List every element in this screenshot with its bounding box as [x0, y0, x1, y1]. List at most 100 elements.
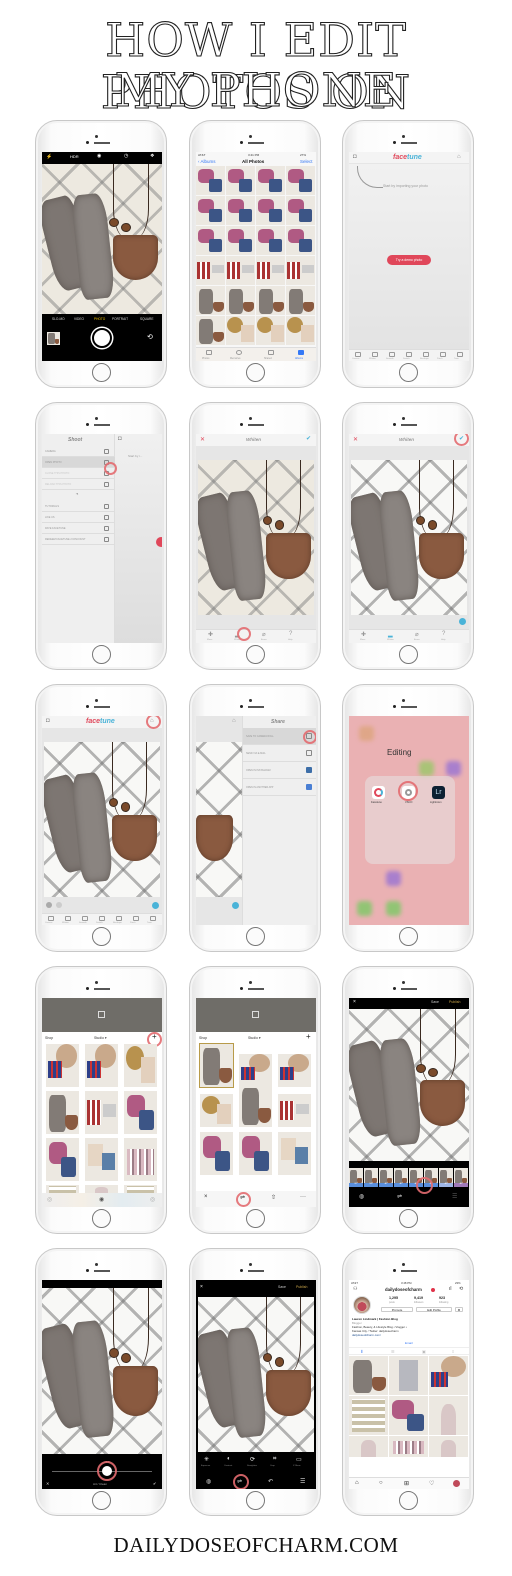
tab-memories[interactable]: Memories: [230, 357, 241, 360]
studio-photo[interactable]: [85, 1138, 118, 1181]
menu-item-like-us[interactable]: LIKE US: [42, 512, 115, 523]
instagram-post[interactable]: [349, 1356, 388, 1395]
tool-details-icon[interactable]: [99, 916, 105, 921]
instagram-post[interactable]: [429, 1396, 468, 1435]
instagram-post[interactable]: [429, 1436, 468, 1457]
tool-smooth-icon[interactable]: [389, 352, 395, 357]
close-selection-button[interactable]: ×: [204, 1194, 208, 1200]
studio-photo[interactable]: [239, 1132, 272, 1175]
cancel-icon[interactable]: ✕: [353, 436, 358, 443]
apply-icon[interactable]: ✔: [153, 1481, 156, 1486]
studio-photo[interactable]: [239, 1084, 272, 1127]
lightroom-app-icon[interactable]: Lr: [432, 786, 445, 799]
tools-icon[interactable]: ⇌: [397, 1193, 402, 1200]
photo-thumbnail[interactable]: [226, 316, 255, 345]
last-photo-thumbnail[interactable]: [47, 332, 60, 345]
saved-tab[interactable]: ⌑: [452, 1349, 454, 1354]
selected-studio-photo[interactable]: [199, 1043, 234, 1088]
photo-thumbnail[interactable]: [196, 286, 225, 315]
instagram-post[interactable]: [349, 1436, 388, 1457]
home-button[interactable]: [92, 1491, 111, 1510]
studio-photo[interactable]: [278, 1054, 311, 1087]
share-icon[interactable]: ⌂: [232, 718, 236, 724]
tool-erase-icon[interactable]: ⌀: [262, 631, 266, 638]
photo-thumbnail[interactable]: [256, 316, 285, 345]
studio-photo[interactable]: [46, 1138, 79, 1181]
share-item-open-in-instagram[interactable]: OPEN IN INSTAGRAM: [243, 762, 316, 779]
camera-icon[interactable]: [98, 1011, 105, 1018]
instagram-post[interactable]: [349, 1396, 388, 1435]
vsco-icon[interactable]: ◉: [99, 1196, 104, 1203]
instagram-post[interactable]: [389, 1396, 428, 1435]
photo-thumbnail[interactable]: [226, 166, 255, 195]
close-editor-button[interactable]: ×: [200, 1284, 203, 1290]
home-button[interactable]: [399, 927, 418, 946]
tool-patch-icon[interactable]: [440, 352, 446, 357]
tool-move-icon[interactable]: ✚: [361, 631, 366, 638]
promote-button[interactable]: Promote: [381, 1307, 413, 1312]
tool-whiten-icon[interactable]: [65, 916, 71, 921]
tool-reshape-icon[interactable]: [116, 916, 122, 921]
studio-photo[interactable]: [46, 1091, 79, 1134]
close-editor-button[interactable]: ×: [353, 999, 356, 1005]
tool-canvas-icon[interactable]: [48, 916, 54, 921]
tool-help-icon[interactable]: ?: [442, 631, 445, 637]
camera-icon[interactable]: ◘: [118, 436, 122, 442]
instagram-post[interactable]: [389, 1436, 428, 1457]
back-to-albums[interactable]: ‹ Albums: [198, 159, 216, 164]
tool-crop-icon[interactable]: ⌗: [273, 1456, 276, 1463]
live-photo-icon[interactable]: ◉: [97, 153, 101, 159]
shop-link[interactable]: Shop: [45, 1036, 53, 1040]
undo-icon[interactable]: ↶: [268, 1478, 273, 1485]
share-item-open-in-another-app[interactable]: OPEN IN ANOTHER APP: [243, 779, 316, 796]
activity-tab-icon[interactable]: ♡: [429, 1480, 434, 1487]
home-button[interactable]: [399, 1491, 418, 1510]
tool-help-icon[interactable]: ?: [289, 631, 292, 637]
instagram-post[interactable]: [389, 1356, 428, 1395]
home-button[interactable]: [399, 363, 418, 382]
photo-thumbnail[interactable]: [256, 226, 285, 255]
hdr-toggle[interactable]: HDR: [70, 154, 79, 159]
studio-photo[interactable]: [200, 1094, 233, 1127]
recipes-icon[interactable]: ☰: [300, 1478, 305, 1485]
photo-thumbnail[interactable]: [226, 196, 255, 225]
menu-item-redeem-facetune-2-discount[interactable]: REDEEM FACETUNE 2 DISCOUNT: [42, 534, 115, 545]
mode-portrait[interactable]: PORTRAIT: [112, 317, 128, 321]
photo-thumbnail[interactable]: [226, 226, 255, 255]
menu-item-tutorials[interactable]: TUTORIALS: [42, 501, 115, 512]
cancel-icon[interactable]: ✕: [200, 436, 205, 443]
tool-canvas-icon[interactable]: [355, 352, 361, 357]
menu-item-camera[interactable]: CAMERA: [42, 446, 115, 457]
photo-thumbnail[interactable]: [286, 316, 315, 345]
mode-square[interactable]: SQUARE: [140, 317, 153, 321]
mode-photo[interactable]: PHOTO: [94, 317, 105, 321]
studio-photo[interactable]: [124, 1138, 157, 1181]
redo-button[interactable]: [56, 902, 62, 908]
photo-thumbnail[interactable]: [256, 166, 285, 195]
share-icon[interactable]: ⌂: [457, 154, 461, 160]
tool-move-icon[interactable]: ✚: [208, 631, 213, 638]
mode-slo-mo[interactable]: SLO-MO: [52, 317, 65, 321]
flash-icon[interactable]: ⚡: [46, 154, 52, 160]
flip-camera-icon[interactable]: ⟲: [147, 333, 153, 341]
photo-thumbnail[interactable]: [196, 196, 225, 225]
settings-button[interactable]: ⚙: [455, 1307, 463, 1312]
home-button[interactable]: [399, 1209, 418, 1228]
undo-button[interactable]: [46, 902, 52, 908]
home-button[interactable]: [92, 363, 111, 382]
demo-button-partial[interactable]: [156, 537, 162, 547]
presets-icon[interactable]: ◍: [206, 1478, 211, 1485]
home-button[interactable]: [246, 927, 265, 946]
photo-thumbnail[interactable]: [226, 256, 255, 285]
list-view-tab[interactable]: ☰: [391, 1349, 395, 1354]
tab-photos[interactable]: Photos: [202, 357, 209, 360]
confirm-icon[interactable]: ✔: [306, 435, 311, 442]
footer-website[interactable]: DAILYDOSEOFCHARM.COM: [0, 1533, 512, 1558]
studio-photo[interactable]: [85, 1091, 118, 1134]
camera-icon[interactable]: ◘: [46, 718, 50, 724]
email-button[interactable]: Email: [405, 1341, 413, 1345]
filters-icon[interactable]: ❖: [150, 153, 154, 159]
photo-thumbnail[interactable]: [286, 286, 315, 315]
home-button[interactable]: [246, 1491, 265, 1510]
igtv-tab[interactable]: ▣: [422, 1349, 426, 1354]
